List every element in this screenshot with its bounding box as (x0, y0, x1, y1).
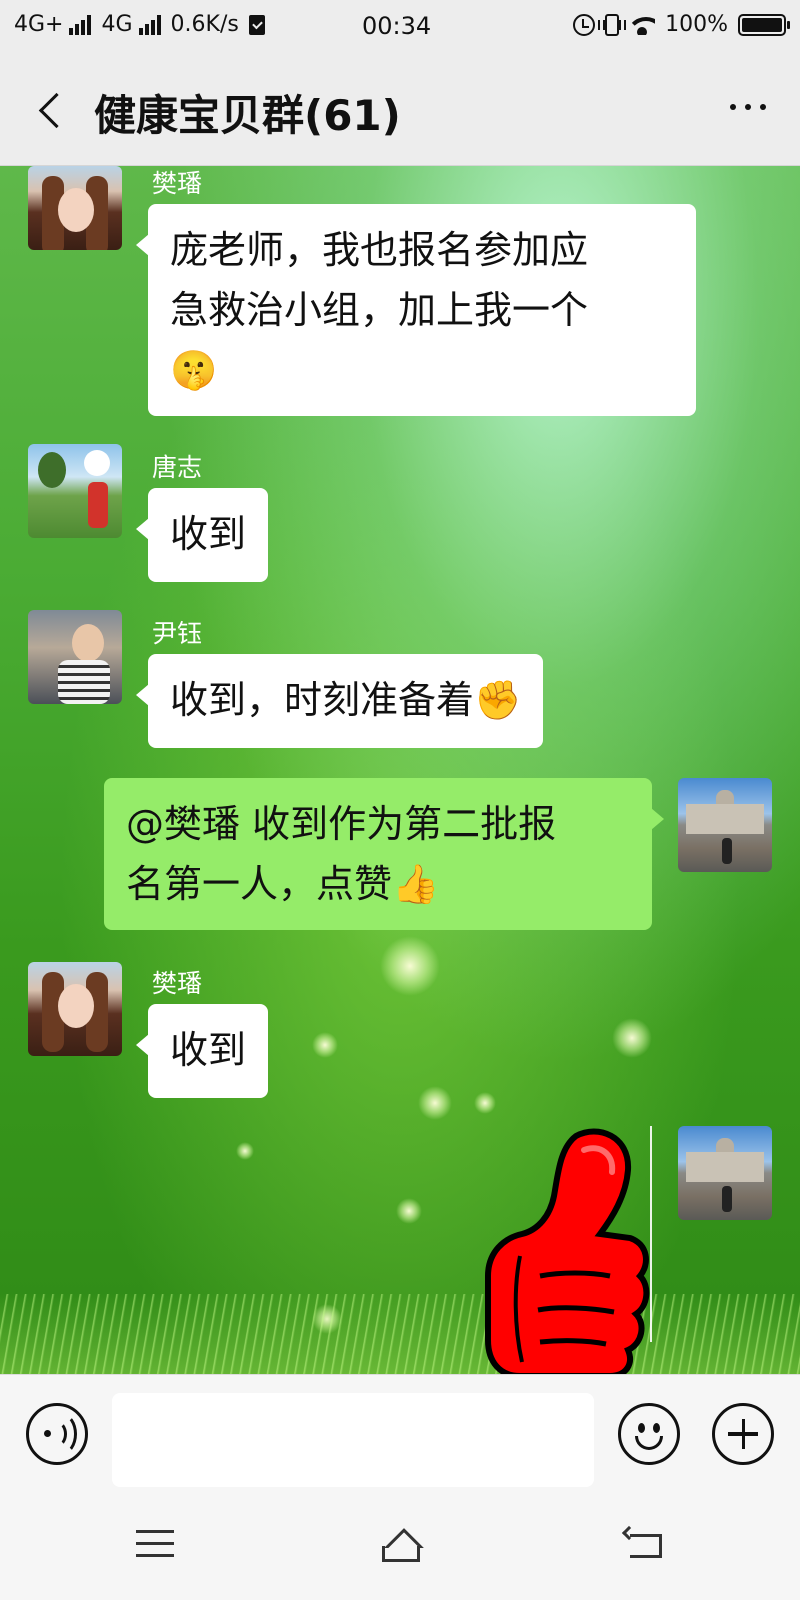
my-avatar[interactable] (678, 778, 772, 872)
wifi-icon (629, 15, 656, 35)
back-icon[interactable] (34, 92, 64, 128)
background-grass (0, 1294, 800, 1374)
background-glow (312, 1032, 338, 1058)
status-time: 00:34 (362, 12, 432, 40)
my-avatar[interactable] (678, 1126, 772, 1220)
check-icon (248, 14, 265, 35)
message-input[interactable] (112, 1393, 594, 1487)
more-icon[interactable] (730, 104, 766, 110)
signal-icon (69, 14, 92, 35)
battery-percent: 100% (665, 12, 728, 37)
network-type-1: 4G+ (14, 12, 64, 37)
status-bar: 4G+ 4G 0.6K/s 00:34 100% (0, 0, 800, 54)
background-glow (418, 1086, 452, 1120)
message-bubble[interactable]: 收到，时刻准备着✊ (135, 654, 544, 748)
message-text-line: 急救治小组，加上我一个 (170, 288, 589, 332)
message-text: 收到，时刻准备着✊ (170, 678, 522, 722)
background-glow (236, 1142, 254, 1160)
battery-icon (738, 13, 790, 36)
avatar[interactable] (28, 962, 122, 1056)
chat-header: 健康宝贝群(61) (0, 54, 800, 166)
status-right: 100% (573, 12, 790, 37)
vibrate-icon (598, 13, 627, 36)
chat-title: 健康宝贝群(61) (94, 91, 401, 140)
voice-icon[interactable] (26, 1403, 88, 1465)
sticker-divider (650, 1126, 652, 1342)
sender-name: 樊璠 (152, 969, 203, 998)
message-text-line: @樊璠 收到作为第二批报 (126, 802, 557, 846)
sender-name: 唐志 (152, 453, 203, 482)
shushing-face-emoji: 🤫 (170, 348, 218, 392)
message-text-line: 名第一人，点赞👍 (126, 862, 440, 906)
message-bubble[interactable]: 收到 (135, 1004, 269, 1098)
menu-icon[interactable] (136, 1530, 174, 1560)
message-text-line: 庞老师，我也报名参加应 (170, 228, 589, 272)
system-nav-bar (0, 1490, 800, 1600)
avatar[interactable] (28, 166, 122, 250)
message-text: 收到 (170, 1028, 247, 1072)
home-icon[interactable] (374, 1522, 428, 1566)
network-speed: 0.6K/s (170, 12, 239, 37)
message-bubble[interactable]: 庞老师，我也报名参加应 急救治小组，加上我一个 🤫 (136, 204, 696, 416)
chat-area[interactable]: 樊璠 庞老师，我也报名参加应 急救治小组，加上我一个 🤫 唐志 收到 尹钰 收到… (0, 166, 800, 1374)
return-icon[interactable] (621, 1525, 664, 1560)
message-text: 收到 (170, 512, 247, 556)
plus-icon[interactable] (712, 1403, 774, 1465)
sender-name: 樊璠 (152, 169, 203, 198)
status-left: 4G+ 4G 0.6K/s (14, 12, 265, 37)
thumbs-up-sticker[interactable] (480, 1126, 650, 1374)
avatar[interactable] (28, 444, 122, 538)
background-glow (396, 1198, 422, 1224)
message-bubble-outgoing[interactable]: @樊璠 收到作为第二批报 名第一人，点赞👍 (104, 778, 664, 930)
emoji-icon[interactable] (618, 1403, 680, 1465)
alarm-icon (573, 13, 596, 36)
network-type-2: 4G (101, 12, 133, 37)
background-glow (380, 936, 440, 996)
background-glow (474, 1092, 496, 1114)
message-bubble[interactable]: 收到 (135, 488, 269, 582)
background-glow (612, 1018, 652, 1058)
signal-icon-2 (138, 14, 161, 35)
avatar[interactable] (28, 610, 122, 704)
sender-name: 尹钰 (152, 619, 203, 648)
input-bar (0, 1374, 800, 1490)
